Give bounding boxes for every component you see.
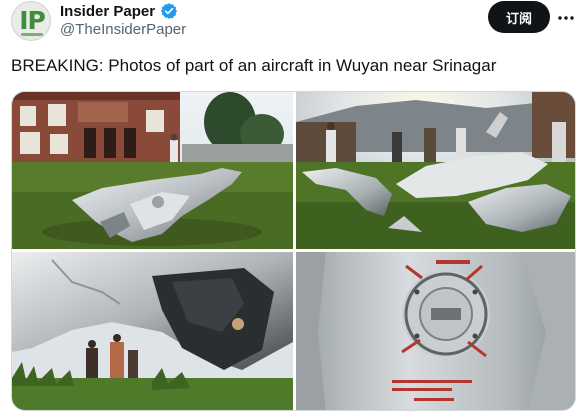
avatar[interactable]: IP [11, 1, 51, 41]
media-photo-2[interactable] [296, 92, 575, 249]
avatar-logo-underline [21, 33, 43, 36]
more-options-icon[interactable] [557, 9, 575, 27]
avatar-logo-text: IP [19, 6, 46, 35]
name-row: Insider Paper [60, 1, 178, 21]
media-photo-3[interactable] [12, 252, 293, 410]
subscribe-button[interactable]: 订阅 [488, 1, 550, 33]
tweet-header: IP Insider Paper @TheInsiderPaper 订阅 [0, 0, 580, 48]
tweet-text: BREAKING: Photos of part of an aircraft … [11, 56, 497, 75]
display-name[interactable]: Insider Paper [60, 3, 155, 20]
media-grid [11, 91, 576, 411]
verified-badge-icon [160, 2, 178, 20]
media-photo-1[interactable] [12, 92, 293, 249]
media-photo-4[interactable] [296, 252, 575, 410]
account-handle[interactable]: @TheInsiderPaper [60, 21, 186, 38]
